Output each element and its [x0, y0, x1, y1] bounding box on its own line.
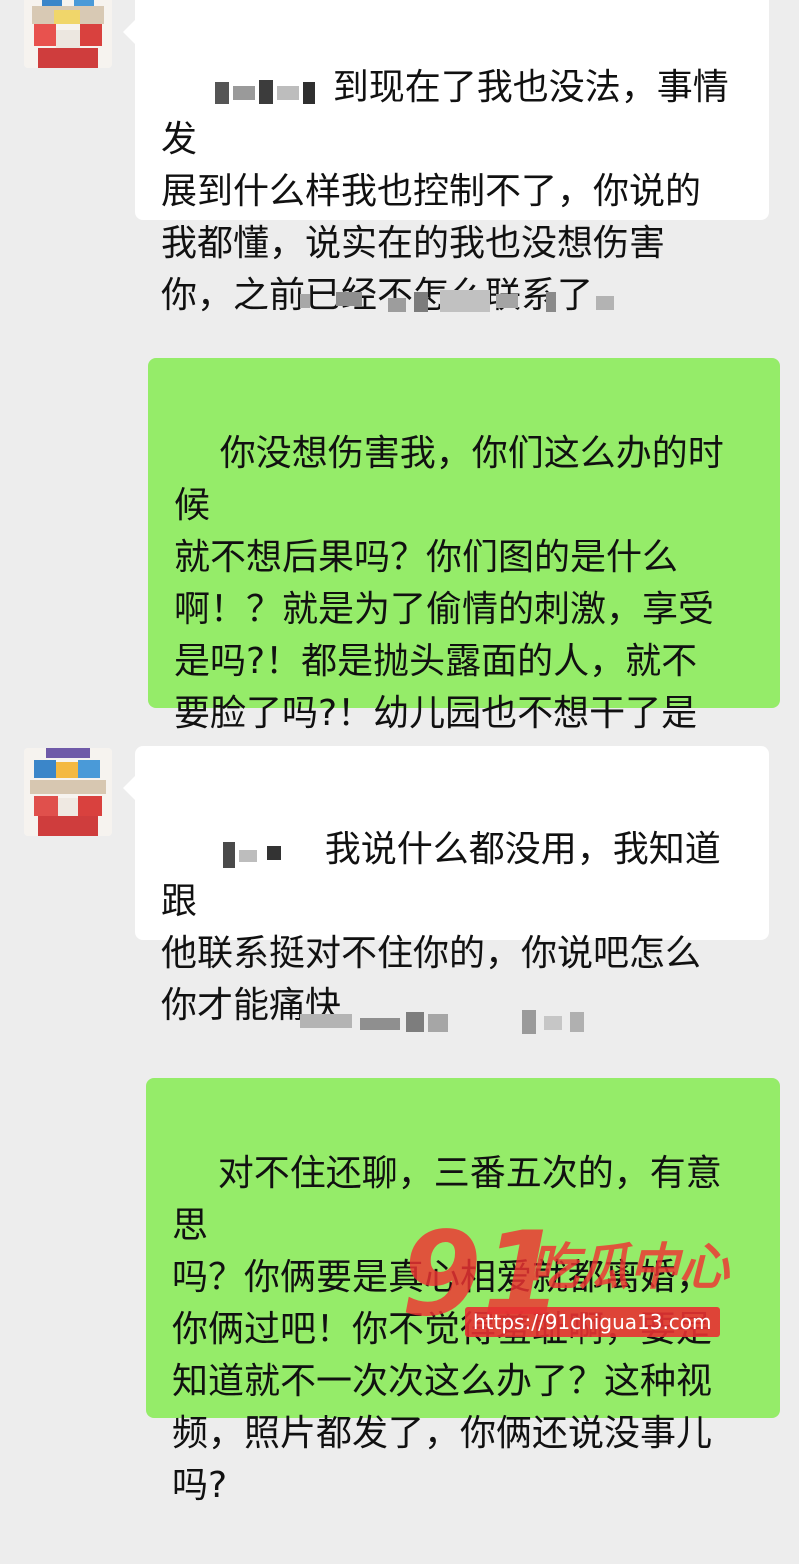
- message-bubble-incoming[interactable]: 我说什么都没用，我知道跟 他联系挺对不住你的，你说吧怎么 你才能痛快: [123, 746, 769, 1026]
- timestamp-mosaic: [300, 286, 620, 320]
- watermark-url: https://91chigua13.com: [465, 1307, 720, 1337]
- message-bubble-outgoing[interactable]: 你没想伤害我，你们这么办的时候 就不想后果吗？你们图的是什么 啊！？就是为了偷情…: [148, 358, 780, 786]
- sender-name-mosaic: [207, 836, 319, 868]
- message-text: 你没想伤害我，你们这么办的时候 就不想后果吗？你们图的是什么 啊！？就是为了偷情…: [174, 433, 724, 786]
- sender-name-mosaic: [207, 74, 327, 104]
- message-bubble-incoming[interactable]: 到现在了我也没法，事情发 展到什么样我也控制不了，你说的 我都懂，说实在的我也没…: [123, 0, 769, 316]
- watermark: 91 吃瓜中心 https://91chigua13.com: [401, 1217, 781, 1347]
- timestamp-mosaic: [300, 1004, 620, 1038]
- contact-avatar[interactable]: [24, 748, 112, 836]
- chat-area: 到现在了我也没法，事情发 展到什么样我也控制不了，你说的 我都懂，说实在的我也没…: [0, 0, 799, 1506]
- contact-avatar[interactable]: [24, 0, 112, 68]
- watermark-text: 吃瓜中心: [529, 1238, 729, 1296]
